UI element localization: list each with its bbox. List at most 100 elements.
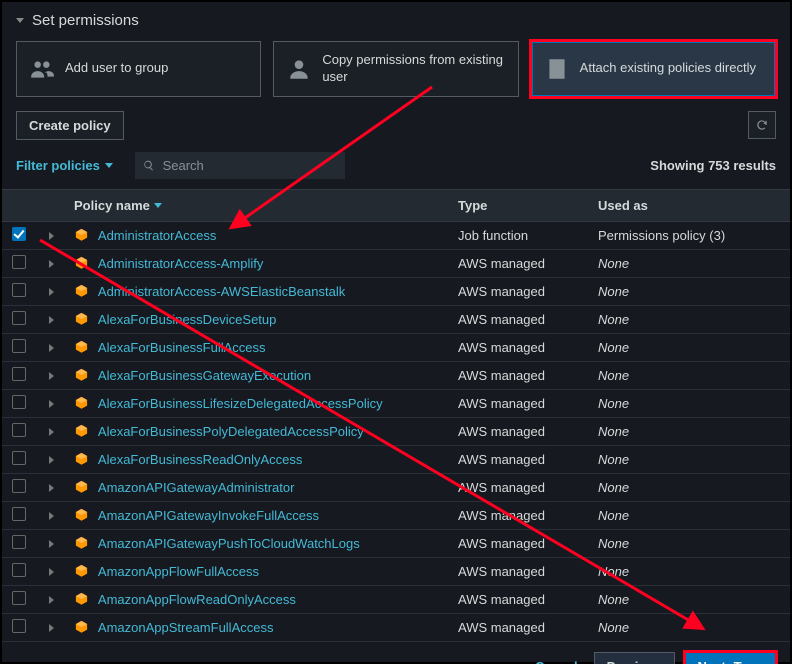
section-title: Set permissions <box>2 2 790 35</box>
policy-box-icon <box>74 311 89 326</box>
table-row: AdministratorAccess-AmplifyAWS managedNo… <box>2 249 790 277</box>
column-header-expand <box>36 189 66 221</box>
checkbox[interactable] <box>12 563 26 577</box>
checkbox[interactable] <box>12 311 26 325</box>
policy-used-as: None <box>590 445 790 473</box>
checkbox[interactable] <box>12 591 26 605</box>
column-header-select[interactable] <box>2 189 36 221</box>
filter-policies-label: Filter policies <box>16 158 100 173</box>
checkbox[interactable] <box>12 227 26 241</box>
policy-box-icon <box>74 395 89 410</box>
expand-caret-icon[interactable] <box>49 568 54 576</box>
policy-name-link[interactable]: AmazonAPIGatewayInvokeFullAccess <box>98 508 319 523</box>
policy-type: AWS managed <box>450 501 590 529</box>
policy-used-as: Permissions policy (3) <box>590 221 790 249</box>
option-copy-permissions[interactable]: Copy permissions from existing user <box>273 41 518 97</box>
table-row: AmazonAppFlowFullAccessAWS managedNone <box>2 557 790 585</box>
policy-type: AWS managed <box>450 417 590 445</box>
search-input[interactable] <box>161 157 337 174</box>
policy-name-link[interactable]: AmazonAppFlowReadOnlyAccess <box>98 592 296 607</box>
create-policy-button[interactable]: Create policy <box>16 111 124 140</box>
policy-name-link[interactable]: AmazonAPIGatewayAdministrator <box>98 480 295 495</box>
policy-name-link[interactable]: AmazonAppFlowFullAccess <box>98 564 259 579</box>
option-label: Copy permissions from existing user <box>322 52 505 86</box>
checkbox[interactable] <box>12 535 26 549</box>
policy-name-link[interactable]: AlexaForBusinessGatewayExecution <box>98 368 311 383</box>
expand-caret-icon[interactable] <box>49 624 54 632</box>
policy-used-as: None <box>590 529 790 557</box>
policy-used-as: None <box>590 473 790 501</box>
expand-caret-icon[interactable] <box>49 372 54 380</box>
chevron-down-icon <box>16 18 24 23</box>
policy-name-link[interactable]: AlexaForBusinessLifesizeDelegatedAccessP… <box>98 396 383 411</box>
expand-caret-icon[interactable] <box>49 400 54 408</box>
expand-caret-icon[interactable] <box>49 596 54 604</box>
user-icon <box>286 56 312 82</box>
policy-name-link[interactable]: AmazonAppStreamFullAccess <box>98 620 274 635</box>
sort-caret-icon <box>154 203 162 208</box>
refresh-icon <box>755 118 769 132</box>
checkbox[interactable] <box>12 283 26 297</box>
policy-used-as: None <box>590 277 790 305</box>
cancel-button[interactable]: Cancel <box>529 658 584 664</box>
footer-row: Cancel Previous Next: Tags <box>2 642 790 664</box>
table-row: AlexaForBusinessFullAccessAWS managedNon… <box>2 333 790 361</box>
expand-caret-icon[interactable] <box>49 260 54 268</box>
policy-name-link[interactable]: AlexaForBusinessReadOnlyAccess <box>98 452 302 467</box>
search-icon <box>143 159 155 172</box>
table-row: AmazonAPIGatewayInvokeFullAccess AWS mana… <box>2 501 790 529</box>
expand-caret-icon[interactable] <box>49 344 54 352</box>
policy-name-link[interactable]: AdministratorAccess-AWSElasticBeanstalk <box>98 284 345 299</box>
table-row: AmazonAppStreamFullAccessAWS managedNone <box>2 613 790 641</box>
policy-type: AWS managed <box>450 277 590 305</box>
checkbox[interactable] <box>12 423 26 437</box>
option-attach-existing-policies[interactable]: Attach existing policies directly <box>531 41 776 97</box>
policy-name-link[interactable]: AdministratorAccess <box>98 228 216 243</box>
checkbox[interactable] <box>12 255 26 269</box>
policy-name-link[interactable]: AlexaForBusinessDeviceSetup <box>98 312 276 327</box>
previous-button[interactable]: Previous <box>594 652 675 664</box>
checkbox[interactable] <box>12 451 26 465</box>
checkbox[interactable] <box>12 619 26 633</box>
checkbox[interactable] <box>12 479 26 493</box>
expand-caret-icon[interactable] <box>49 288 54 296</box>
policy-box-icon <box>74 255 89 270</box>
policy-box-icon <box>74 451 89 466</box>
expand-caret-icon[interactable] <box>49 512 54 520</box>
policy-name-link[interactable]: AlexaForBusinessPolyDelegatedAccessPolic… <box>98 424 364 439</box>
policy-box-icon <box>74 423 89 438</box>
expand-caret-icon[interactable] <box>49 428 54 436</box>
expand-caret-icon[interactable] <box>49 232 54 240</box>
checkbox[interactable] <box>12 339 26 353</box>
checkbox[interactable] <box>12 367 26 381</box>
expand-caret-icon[interactable] <box>49 456 54 464</box>
policy-name-link[interactable]: AlexaForBusinessFullAccess <box>98 340 266 355</box>
expand-caret-icon[interactable] <box>49 484 54 492</box>
refresh-button[interactable] <box>748 111 776 139</box>
column-header-name[interactable]: Policy name <box>66 189 450 221</box>
next-tags-button[interactable]: Next: Tags <box>685 652 777 664</box>
expand-caret-icon[interactable] <box>49 316 54 324</box>
expand-caret-icon[interactable] <box>49 540 54 548</box>
checkbox[interactable] <box>12 395 26 409</box>
column-header-type[interactable]: Type <box>450 189 590 221</box>
policy-type: AWS managed <box>450 445 590 473</box>
policy-name-link[interactable]: AdministratorAccess-Amplify <box>98 256 263 271</box>
option-label: Attach existing policies directly <box>580 60 756 77</box>
filter-policies-dropdown[interactable]: Filter policies <box>16 158 121 173</box>
column-header-used[interactable]: Used as <box>590 189 790 221</box>
policy-box-icon <box>74 479 89 494</box>
policy-box-icon <box>74 227 89 242</box>
search-input-wrap[interactable] <box>135 152 345 179</box>
option-add-user-to-group[interactable]: Add user to group <box>16 41 261 97</box>
policy-type: AWS managed <box>450 361 590 389</box>
policies-table: Policy name Type Used as AdministratorAc… <box>2 189 790 642</box>
policy-type: AWS managed <box>450 333 590 361</box>
permission-option-row: Add user to group Copy permissions from … <box>2 35 790 107</box>
checkbox[interactable] <box>12 507 26 521</box>
policy-type: AWS managed <box>450 529 590 557</box>
policy-type: AWS managed <box>450 585 590 613</box>
policy-name-link[interactable]: AmazonAPIGatewayPushToCloudWatchLogs <box>98 536 360 551</box>
section-title-text: Set permissions <box>32 12 139 29</box>
table-row: AdministratorAccessJob functionPermissio… <box>2 221 790 249</box>
